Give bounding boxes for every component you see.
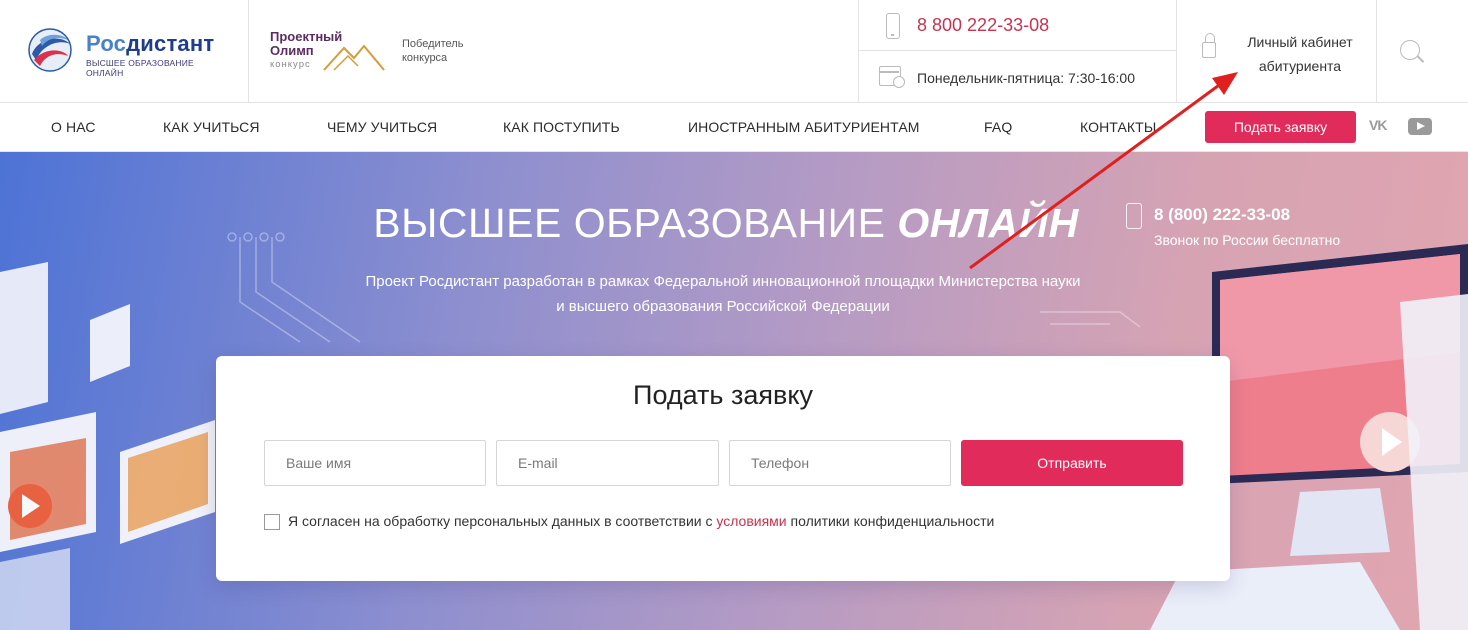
cabinet-label-line2: абитуриента — [1258, 58, 1342, 74]
nav-item-what-to-study[interactable]: ЧЕМУ УЧИТЬСЯ — [327, 119, 437, 135]
nav-item-foreign-applicants[interactable]: ИНОСТРАННЫМ АБИТУРИЕНТАМ — [688, 119, 920, 135]
rosdistant-logo[interactable]: Росдистант ВЫСШЕЕ ОБРАЗОВАНИЕ ОНЛАЙН — [26, 26, 226, 79]
consent-checkbox[interactable] — [264, 514, 280, 530]
hero-section: ВЫСШЕЕ ОБРАЗОВАНИЕ ОНЛАЙН Проект Росдист… — [0, 152, 1468, 630]
phone-icon — [886, 13, 900, 39]
hero-subtitle: Проект Росдистант разработан в рамках Фе… — [350, 269, 1096, 319]
header-phone-link[interactable]: 8 800 222-33-08 — [917, 15, 1049, 36]
logo-brand-part2: дистант — [126, 31, 215, 56]
main-nav: О НАС КАК УЧИТЬСЯ ЧЕМУ УЧИТЬСЯ КАК ПОСТУ… — [0, 103, 1468, 152]
apply-button[interactable]: Подать заявку — [1205, 111, 1356, 143]
hero-subtitle-line2: и высшего образования Российской Федерац… — [556, 298, 890, 315]
consent-text-before: Я согласен на обработку персональных дан… — [288, 513, 717, 529]
youtube-icon[interactable] — [1408, 118, 1432, 135]
vk-icon[interactable]: VK — [1369, 117, 1387, 133]
olimp-winner-text: Победитель конкурса — [402, 37, 463, 65]
header-contacts: 8 800 222-33-08 Понедельник-пятница: 7:3… — [858, 0, 1177, 103]
nav-item-how-to-study[interactable]: КАК УЧИТЬСЯ — [163, 119, 260, 135]
clock-icon — [893, 76, 905, 88]
lock-icon — [1202, 33, 1216, 58]
name-input[interactable] — [264, 440, 486, 486]
phone-input[interactable] — [729, 440, 951, 486]
header-divider — [248, 0, 249, 103]
applicant-cabinet-link[interactable]: Личный кабинет абитуриента — [1178, 0, 1377, 103]
consent-label: Я согласен на обработку персональных дан… — [288, 513, 994, 529]
globe-logo-icon — [28, 28, 72, 72]
hero-phone-note: Звонок по России бесплатно — [1154, 232, 1341, 248]
privacy-terms-link[interactable]: условиями — [716, 513, 786, 529]
logo-tagline: ВЫСШЕЕ ОБРАЗОВАНИЕ ОНЛАЙН — [86, 58, 194, 78]
olimp-winner-line1: Победитель — [402, 38, 464, 50]
olimp-winner-line2: конкурса — [402, 52, 448, 64]
hero-phone[interactable]: 8 (800) 222-33-08 — [1154, 205, 1290, 225]
logo-brand-part1: Рос — [86, 31, 127, 56]
phone-icon — [1126, 203, 1142, 229]
hero-title-plain: ВЫСШЕЕ ОБРАЗОВАНИЕ — [373, 200, 898, 246]
email-input[interactable] — [496, 440, 719, 486]
submit-button[interactable]: Отправить — [961, 440, 1183, 486]
application-form: Подать заявку Отправить Я согласен на об… — [216, 356, 1230, 581]
nav-item-contacts[interactable]: КОНТАКТЫ — [1080, 119, 1156, 135]
nav-item-admission[interactable]: КАК ПОСТУПИТЬ — [503, 119, 620, 135]
cabinet-label-line1: Личный кабинет — [1247, 34, 1353, 50]
nav-item-faq[interactable]: FAQ — [984, 119, 1012, 135]
working-hours: Понедельник-пятница: 7:30-16:00 — [917, 70, 1136, 86]
hero-subtitle-line1: Проект Росдистант разработан в рамках Фе… — [365, 273, 1081, 290]
logo-text: Росдистант ВЫСШЕЕ ОБРАЗОВАНИЕ ОНЛАЙН — [86, 31, 226, 79]
search-icon[interactable] — [1400, 40, 1420, 60]
form-title: Подать заявку — [633, 380, 813, 410]
mountain-icon — [323, 44, 385, 71]
site-header: Росдистант ВЫСШЕЕ ОБРАЗОВАНИЕ ОНЛАЙН Про… — [0, 0, 1468, 103]
olimp-badge: Проектный Олимп конкурс — [270, 30, 400, 76]
consent-text-after: политики конфиденциальности — [786, 513, 995, 529]
phone-row: 8 800 222-33-08 — [859, 0, 1177, 51]
nav-item-about[interactable]: О НАС — [51, 119, 96, 135]
cabinet-label: Личный кабинет абитуриента — [1230, 30, 1370, 78]
hero-title-emphasis: ОНЛАЙН — [897, 200, 1079, 246]
